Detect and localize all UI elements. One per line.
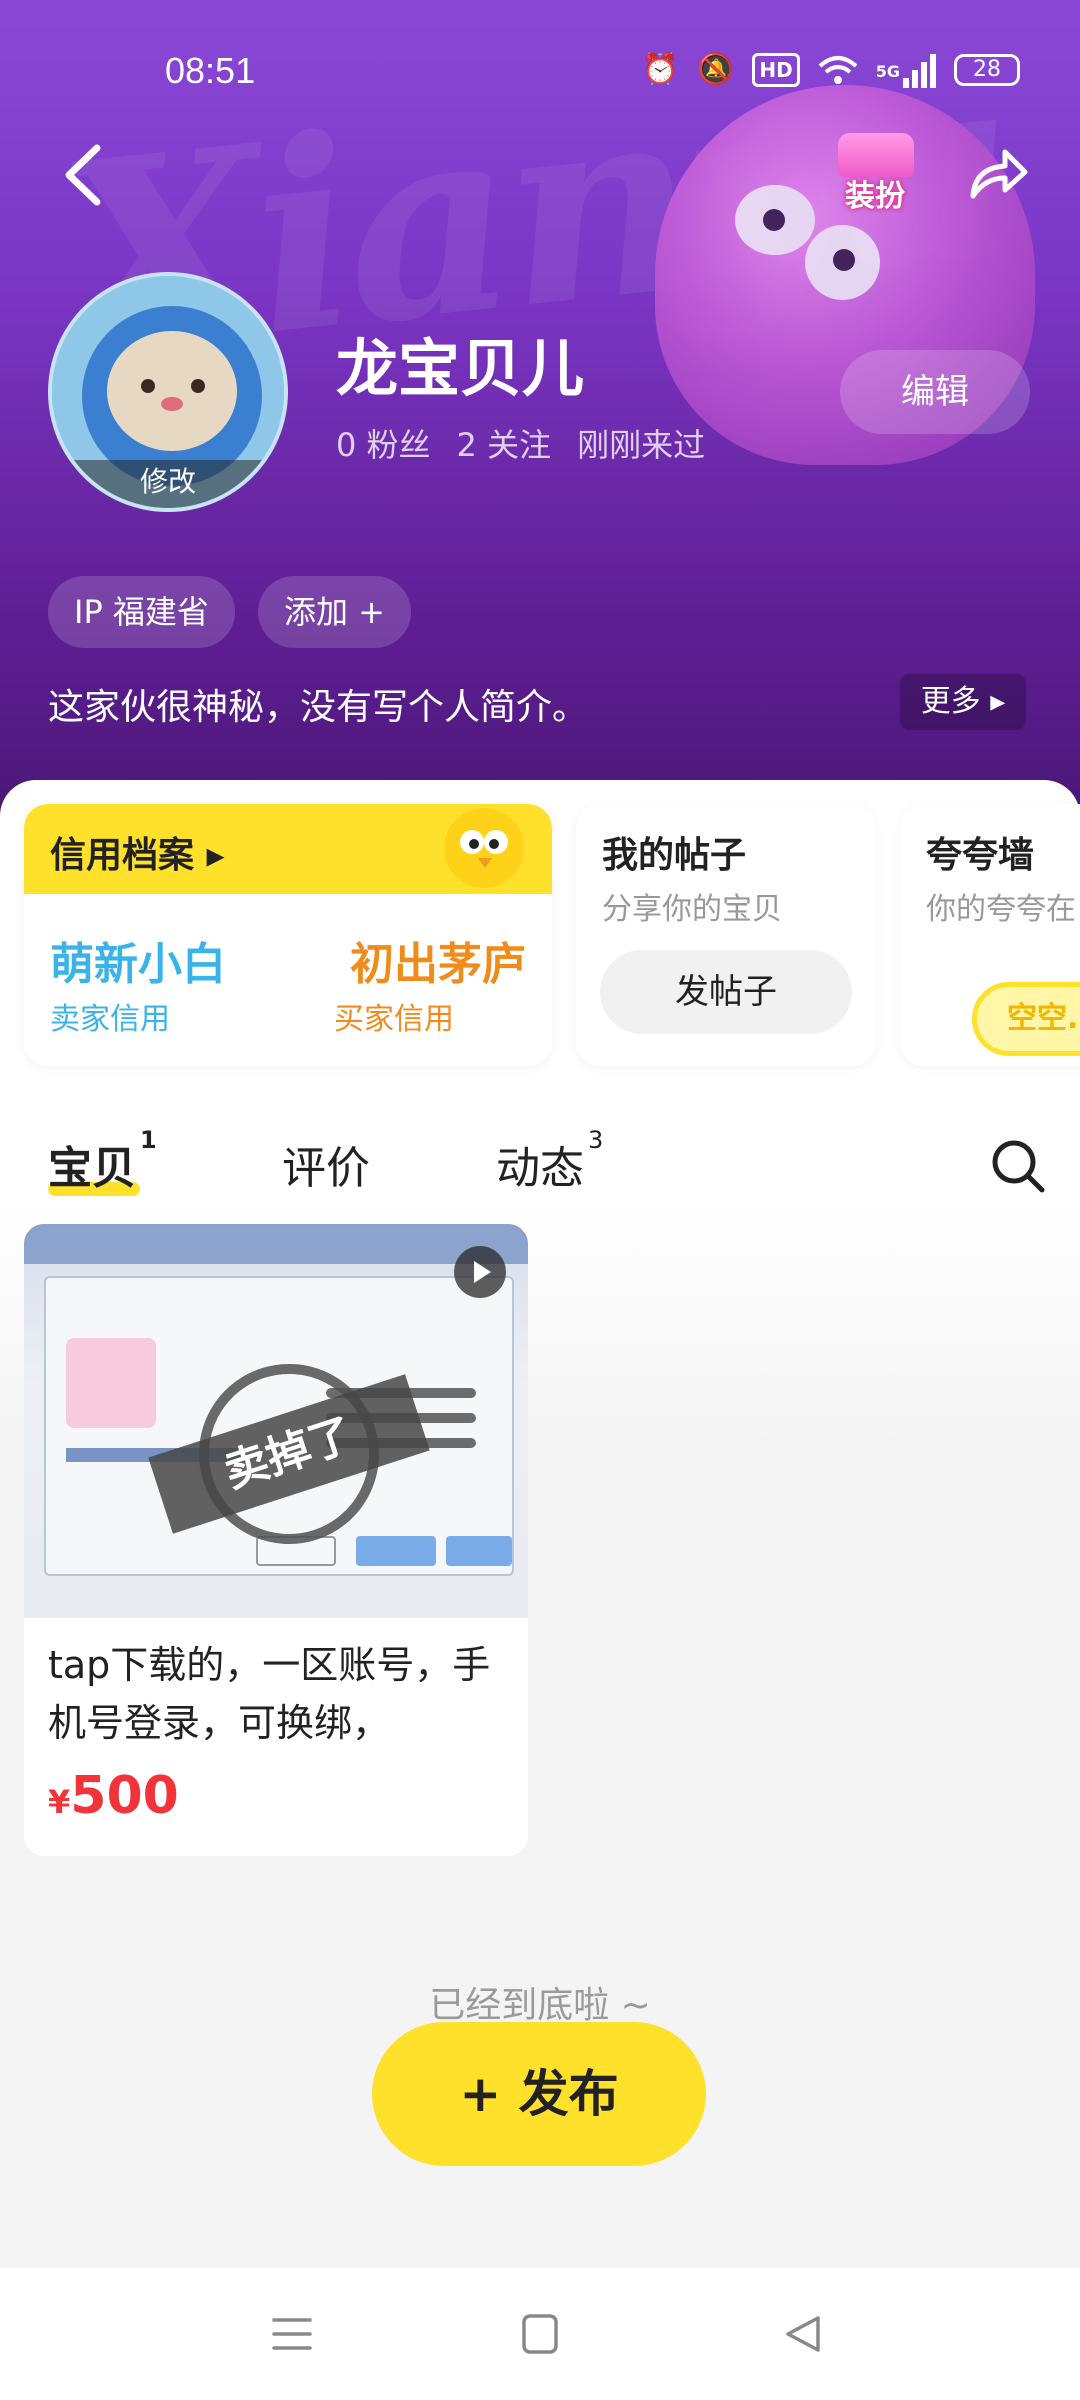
home-square-icon[interactable] [516,2312,564,2356]
praise-wall-subtitle: 你的夸夸在 [926,892,1076,927]
buyer-credit-value: 初出茅庐 [350,939,526,990]
buyer-credit-label: 买家信用 [334,1002,454,1037]
share-button[interactable] [965,140,1031,206]
content-tabs: 宝贝1 评价 动态3 [0,1110,1080,1210]
tab-reviews[interactable]: 评价 [282,1132,370,1196]
product-image[interactable]: 卖掉了 [24,1224,528,1618]
currency-symbol: ¥ [48,1783,71,1821]
publish-button[interactable]: + 发布 [372,2022,706,2166]
play-video-icon[interactable] [454,1246,506,1298]
profile-page: Xianyu 08:51 ⏰ 🔕 HD 5G 28 装扮 修改 龙宝贝儿 0 粉… [0,0,1080,2400]
signal-icon: 5G [876,52,936,88]
bio-text: 这家伙很神秘，没有写个人简介。 [48,687,589,728]
profile-header: Xianyu 08:51 ⏰ 🔕 HD 5G 28 装扮 修改 龙宝贝儿 0 粉… [0,0,1080,820]
praise-wall-title: 夸夸墙 [926,835,1035,876]
tab-activity[interactable]: 动态3 [496,1126,603,1196]
dress-up-button[interactable]: 装扮 [826,125,924,215]
otter-face [107,331,237,451]
username: 龙宝贝儿 [336,332,585,405]
seller-credit-value: 萌新小白 [50,939,226,990]
network-type-label: 5G [875,62,900,81]
praise-wall-card[interactable]: 夸夸墙 你的夸夸在 空空... [900,804,1080,1066]
avatar[interactable]: 修改 [48,272,288,512]
hd-icon: HD [752,53,800,87]
mute-bell-icon: 🔕 [697,52,735,87]
wifi-icon [818,56,858,84]
product-card[interactable]: 卖掉了 tap下载的，一区账号，手机号登录，可换绑， ¥500 [24,1224,528,1856]
product-price: ¥500 [48,1766,179,1826]
search-icon[interactable] [988,1136,1048,1196]
credit-card-title: 信用档案 ▸ [50,835,225,876]
my-posts-card[interactable]: 我的帖子 分享你的宝贝 发帖子 [576,804,876,1066]
system-nav-bar [0,2268,1080,2400]
back-triangle-icon[interactable] [780,2312,828,2356]
followers-count[interactable]: 0 粉丝 [336,420,431,466]
my-posts-title: 我的帖子 [602,835,747,876]
edit-profile-button[interactable]: 编辑 [840,350,1030,434]
ip-location-chip: IP 福建省 [48,576,235,648]
create-post-button[interactable]: 发帖子 [600,950,852,1034]
add-tag-chip[interactable]: 添加 + [258,576,411,648]
battery-icon: 28 [954,54,1020,86]
tab-activity-count: 3 [588,1126,604,1154]
status-icons: ⏰ 🔕 HD 5G 28 [642,50,1020,90]
mascot-eye [805,225,880,300]
avatar-edit-label[interactable]: 修改 [52,460,284,508]
credit-profile-card[interactable]: 信用档案 ▸ 萌新小白 卖家信用 初出茅庐 买家信用 [24,804,552,1066]
profile-stats: 0 粉丝 2 关注 刚刚来过 [336,420,705,466]
mascot-eye [735,185,815,255]
praise-empty-bubble: 空空... [972,982,1080,1056]
product-description: tap下载的，一区账号，手机号登录，可换绑， [48,1643,491,1745]
tab-items-count: 1 [140,1126,157,1154]
more-button[interactable]: 更多 ▸ [900,674,1026,730]
tab-items[interactable]: 宝贝1 [48,1126,157,1196]
price-value: 500 [70,1766,179,1826]
back-button[interactable] [55,140,115,210]
status-bar: 08:51 ⏰ 🔕 HD 5G 28 [0,0,1080,140]
yellow-bird-mascot-icon [444,808,524,888]
seller-credit-label: 卖家信用 [50,1002,170,1037]
alarm-icon: ⏰ [641,52,680,87]
last-seen: 刚刚来过 [577,426,706,464]
my-posts-subtitle: 分享你的宝贝 [602,892,782,927]
status-time: 08:51 [165,50,256,91]
end-of-list-tip: 已经到底啦 ~ [429,1985,651,2026]
following-count[interactable]: 2 关注 [457,420,552,466]
menu-icon[interactable] [268,2312,316,2356]
